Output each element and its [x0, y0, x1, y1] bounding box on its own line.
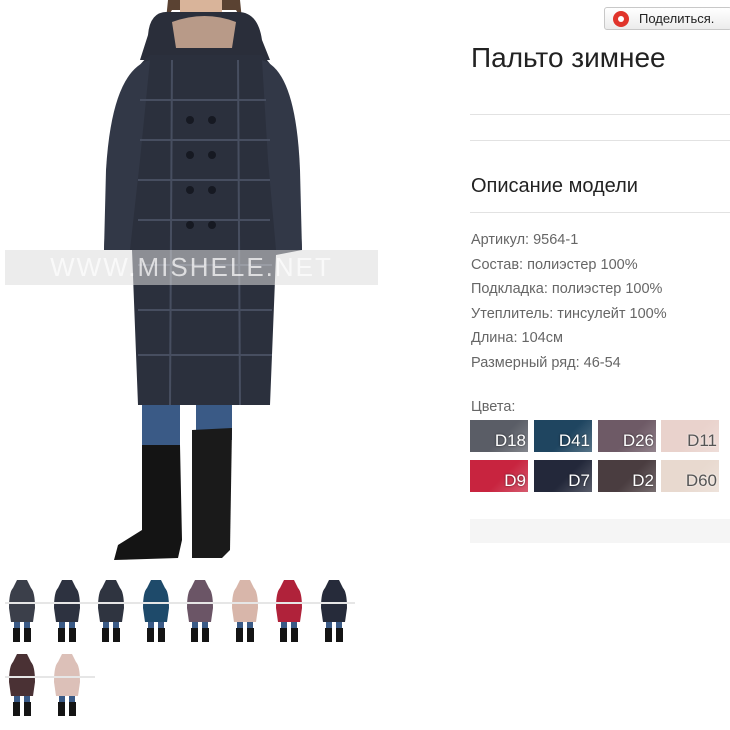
spec-size-range: Размерный ряд: 46-54 — [471, 354, 621, 371]
swatch-code: D7 — [568, 471, 590, 490]
spec-composition: Состав: полиэстер 100% — [471, 256, 638, 273]
color-swatch-d11[interactable]: D11 — [661, 420, 719, 452]
divider — [470, 140, 730, 141]
swatch-code: D9 — [504, 471, 526, 490]
product-title: Пальто зимнее — [471, 42, 666, 73]
description-title: Описание модели — [471, 175, 638, 197]
thumbnail-image[interactable] — [317, 578, 351, 644]
swatch-code: D26 — [622, 431, 654, 450]
spec-insulation: Утеплитель: тинсулейт 100% — [471, 305, 667, 322]
divider — [470, 212, 730, 213]
spec-article: Артикул: 9564-1 — [471, 232, 579, 248]
thumbnail-image[interactable] — [50, 578, 84, 644]
thumbnail-image[interactable] — [272, 578, 306, 644]
color-swatch-d9[interactable]: D9 — [470, 460, 528, 492]
share-button[interactable]: Поделиться. — [604, 7, 730, 30]
swatch-code: D2 — [632, 471, 654, 490]
divider — [470, 114, 730, 115]
thumbnail-image[interactable] — [228, 578, 262, 644]
color-swatch-d60[interactable]: D60 — [661, 460, 719, 492]
thumbnail-image[interactable] — [183, 578, 217, 644]
spec-length: Длина: 104см — [471, 330, 563, 347]
swatch-code: D18 — [494, 431, 526, 450]
watermark: WWW.MISHELE.NET — [5, 250, 378, 285]
colors-label: Цвета: — [471, 399, 516, 415]
share-label: Поделиться. — [639, 11, 715, 26]
swatch-code: D60 — [685, 471, 717, 490]
thumbnail-image[interactable] — [50, 652, 84, 718]
thumbnail-image[interactable] — [94, 578, 128, 644]
color-swatch-d41[interactable]: D41 — [534, 420, 592, 452]
color-swatch-d2[interactable]: D2 — [598, 460, 656, 492]
color-swatch-d7[interactable]: D7 — [534, 460, 592, 492]
color-swatch-d18[interactable]: D18 — [470, 420, 528, 452]
product-main-image[interactable]: WWW.MISHELE.NET — [0, 0, 390, 565]
thumbnail-divider — [5, 602, 355, 604]
info-bar — [470, 519, 730, 543]
thumbnail-image[interactable] — [5, 578, 39, 644]
thumbnail-image[interactable] — [139, 578, 173, 644]
spec-lining: Подкладка: полиэстер 100% — [471, 281, 663, 298]
product-specs: Артикул: 9564-1 Состав: полиэстер 100% П… — [471, 228, 667, 376]
swatch-code: D11 — [687, 431, 717, 450]
color-swatch-d26[interactable]: D26 — [598, 420, 656, 452]
swatch-code: D41 — [558, 431, 590, 450]
thumbnail-image[interactable] — [5, 652, 39, 718]
thumbnail-divider — [5, 676, 95, 678]
share-sound-icon — [613, 10, 629, 27]
